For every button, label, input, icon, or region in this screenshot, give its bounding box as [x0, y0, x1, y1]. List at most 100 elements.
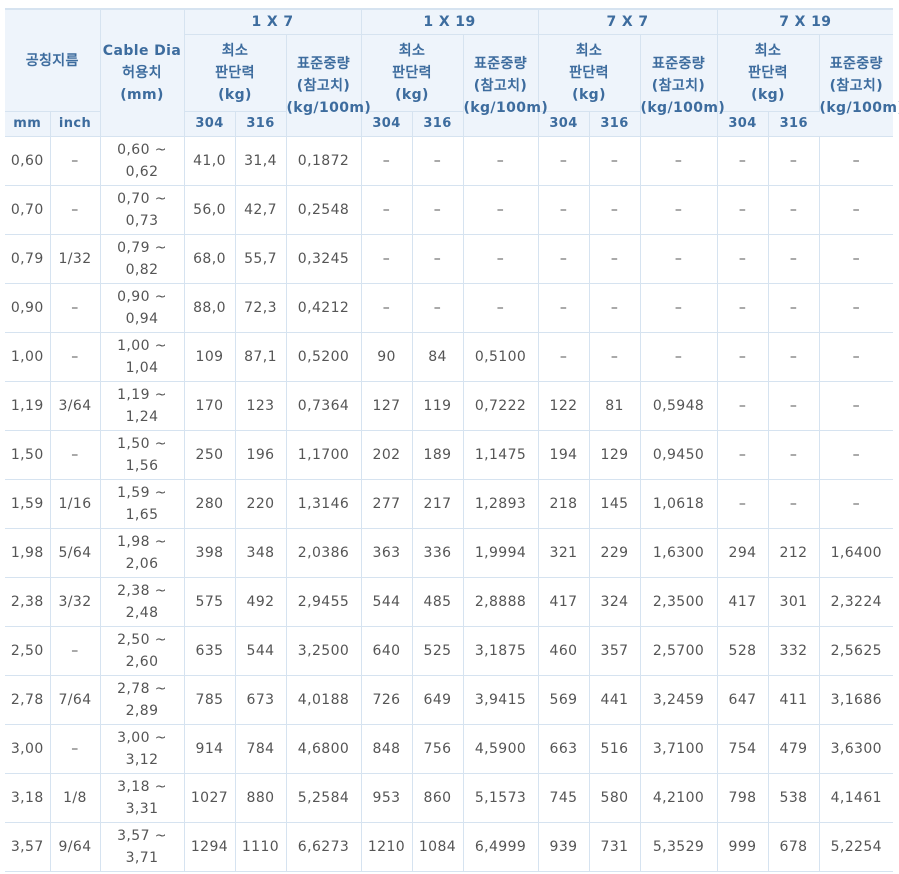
cell-value: 3,1686	[819, 675, 894, 725]
group-header-1x19: 1 X 19	[361, 8, 539, 35]
cell-value: 324	[589, 577, 641, 627]
cable-dia-value: 1,19 ~	[117, 387, 167, 403]
cell-value: 229	[589, 528, 641, 578]
cable-dia-value: 1,00 ~	[117, 338, 167, 354]
cell-cable-dia: 2,78 ~ 2,89	[100, 675, 185, 725]
cable-dia-line2: 허용치	[122, 65, 162, 81]
weight-header-line: (kg/100m)	[640, 99, 726, 116]
cell-cable-dia: 3,00 ~ 3,12	[100, 724, 185, 774]
cell-value: 3,2500	[286, 626, 362, 676]
cell-value: 2,5625	[819, 626, 894, 676]
cell-value: –	[768, 332, 820, 382]
cell-value: 1084	[412, 822, 464, 872]
cable-dia-value: 2,89	[125, 703, 159, 719]
cable-dia-value: 1,65	[125, 507, 159, 523]
cell-mm: 0,70	[5, 185, 51, 235]
strength-header-1x7: 최소 판단력 (kg)	[184, 34, 287, 112]
cell-value: 1,1700	[286, 430, 362, 480]
cell-value: –	[819, 136, 894, 186]
weight-header-line: (kg/100m)	[819, 99, 899, 116]
cell-mm: 0,90	[5, 283, 51, 333]
cell-value: –	[768, 234, 820, 284]
cell-value: –	[640, 185, 718, 235]
cell-value: 189	[412, 430, 464, 480]
cell-value: 212	[768, 528, 820, 578]
table-row: 0,70–0,70 ~0,73 56,0 42,7 0,2548– – – – – – – – –	[5, 185, 894, 235]
cell-value: 6,6273	[286, 822, 362, 872]
strength-header-line: 판단력	[569, 65, 609, 81]
weight-header-7x7: 표준중량 (참고치) (kg/100m)	[640, 34, 726, 137]
cell-value: 754	[717, 724, 769, 774]
cell-value: 81	[589, 381, 641, 431]
strength-header-7x7: 최소 판단력 (kg)	[538, 34, 641, 112]
table-row: 1,50–1,50 ~1,56 250 196 1,1700 202 189 1,1475 1…	[5, 430, 894, 480]
cell-value: –	[717, 430, 769, 480]
cell-value: 301	[768, 577, 820, 627]
cable-dia-header: Cable Dia 허용치 (mm)	[100, 8, 185, 137]
cell-value: 250	[184, 430, 236, 480]
cell-value: –	[819, 381, 894, 431]
cell-value: 485	[412, 577, 464, 627]
weight-header-line: (kg/100m)	[286, 99, 372, 116]
cell-value: 4,5900	[463, 724, 539, 774]
strength-header-line: 최소	[398, 43, 426, 59]
cell-mm: 2,38	[5, 577, 51, 627]
cell-inch: –	[50, 185, 101, 235]
cell-value: 1210	[361, 822, 413, 872]
cell-value: –	[640, 234, 718, 284]
cell-value: 492	[235, 577, 287, 627]
table-row: 2,78 7/64 2,78 ~ 2,89 785 673 4,0188 726 649 3,94…	[5, 675, 894, 725]
cable-dia-line1: Cable Dia	[102, 43, 182, 59]
cell-mm: 2,78	[5, 675, 51, 725]
weight-header-line: (참고치)	[651, 77, 706, 94]
cell-value: –	[463, 234, 539, 284]
cell-value: 647	[717, 675, 769, 725]
table-row: 1,19 3/64 1,19 ~ 1,24 170 123 0,7364 127 119 0,72…	[5, 381, 894, 431]
table-row: 0,79 1/32 0,79 ~0,82 68,0 55,7 0,3245– – – – – – – –…	[5, 234, 894, 284]
cell-value: 544	[235, 626, 287, 676]
cell-value: 88,0	[184, 283, 236, 333]
cell-value: –	[538, 234, 590, 284]
cell-value: 2,8888	[463, 577, 539, 627]
cell-value: 196	[235, 430, 287, 480]
cell-value: 1,3146	[286, 479, 362, 529]
cell-inch: –	[50, 724, 101, 774]
cell-cable-dia: 0,90 ~ 0,94	[100, 283, 185, 333]
cell-value: 785	[184, 675, 236, 725]
cable-dia-value: 0,79 ~	[117, 240, 167, 256]
cell-value: 0,5200	[286, 332, 362, 382]
cell-cable-dia: 1,59 ~ 1,65	[100, 479, 185, 529]
strength-header-line: 판단력	[215, 65, 255, 81]
table-header: 공칭지름 Cable Dia 허용치 (mm) 1 X 7 1 X 19 7 X…	[5, 8, 899, 137]
cell-value: 640	[361, 626, 413, 676]
cell-value: 0,5948	[640, 381, 718, 431]
cell-value: 649	[412, 675, 464, 725]
cell-value: –	[361, 185, 413, 235]
cell-value: 194	[538, 430, 590, 480]
cell-value: –	[717, 234, 769, 284]
cell-value: 4,0188	[286, 675, 362, 725]
cell-inch: 1/8	[50, 773, 101, 823]
cell-value: 3,7100	[640, 724, 718, 774]
cell-inch: 3/64	[50, 381, 101, 431]
grade-316-header-7x19: 316	[768, 111, 820, 137]
cell-value: 348	[235, 528, 287, 578]
cell-value: 56,0	[184, 185, 236, 235]
cell-value: 357	[589, 626, 641, 676]
cell-value: –	[640, 332, 718, 382]
cell-mm: 2,50	[5, 626, 51, 676]
cell-value: 860	[412, 773, 464, 823]
cell-value: –	[589, 332, 641, 382]
cell-value: –	[463, 283, 539, 333]
cell-mm: 1,50	[5, 430, 51, 480]
cell-cable-dia: 1,98 ~ 2,06	[100, 528, 185, 578]
cable-dia-value: 3,00 ~	[117, 730, 167, 746]
cell-inch: 3/32	[50, 577, 101, 627]
cell-value: 731	[589, 822, 641, 872]
cell-inch: 5/64	[50, 528, 101, 578]
cell-value: 3,2459	[640, 675, 718, 725]
cell-inch: 1/16	[50, 479, 101, 529]
cell-value: 4,6800	[286, 724, 362, 774]
cell-inch: –	[50, 430, 101, 480]
cable-dia-value: 2,06	[125, 556, 159, 572]
